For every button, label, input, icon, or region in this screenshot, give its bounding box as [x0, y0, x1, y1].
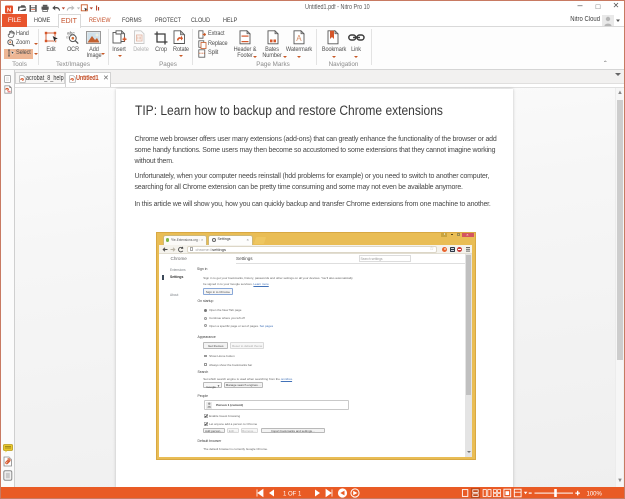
svg-text:1 OF 1: 1 OF 1: [283, 492, 302, 498]
svg-text:A: A: [296, 34, 302, 43]
svg-text:100%: 100%: [587, 491, 603, 497]
svg-text:el: el: [66, 35, 69, 40]
